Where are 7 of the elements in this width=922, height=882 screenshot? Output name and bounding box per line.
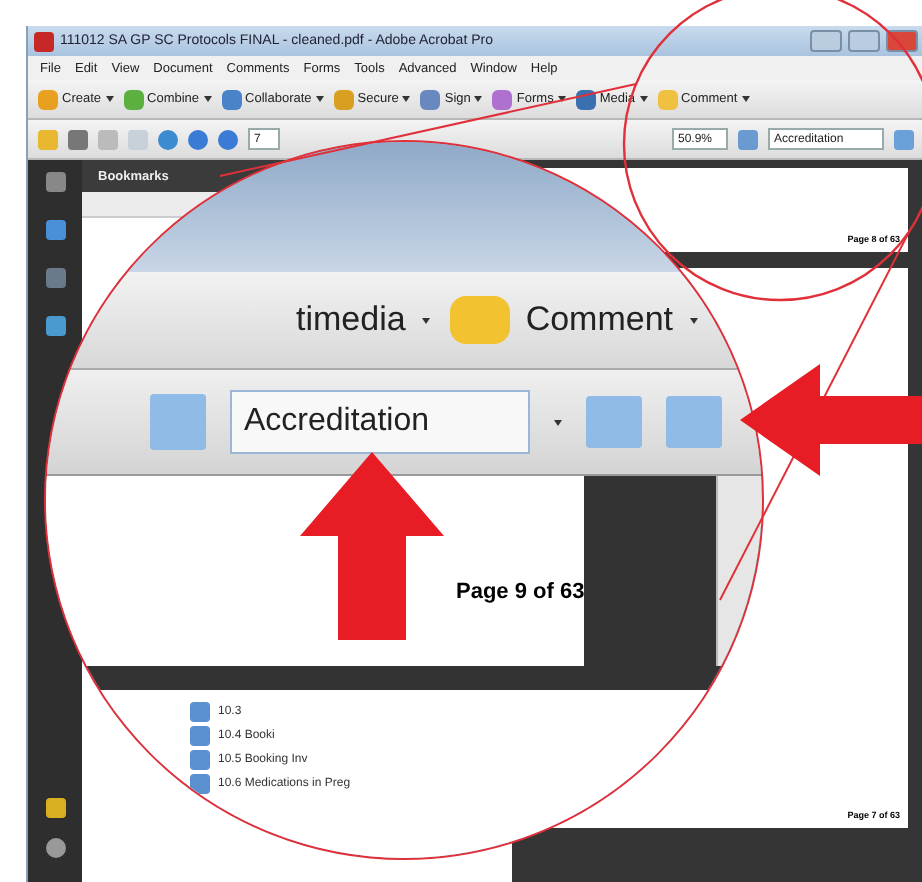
close-button[interactable] [886, 30, 918, 52]
minimize-button[interactable] [810, 30, 842, 52]
search-field[interactable]: Accreditation [230, 390, 530, 454]
page-label: Page 9 of 63 [456, 579, 585, 603]
toolbar-button[interactable]: timedia [296, 300, 430, 340]
toolbar-button[interactable]: Comment [449, 296, 697, 344]
maximize-button[interactable] [848, 30, 880, 52]
